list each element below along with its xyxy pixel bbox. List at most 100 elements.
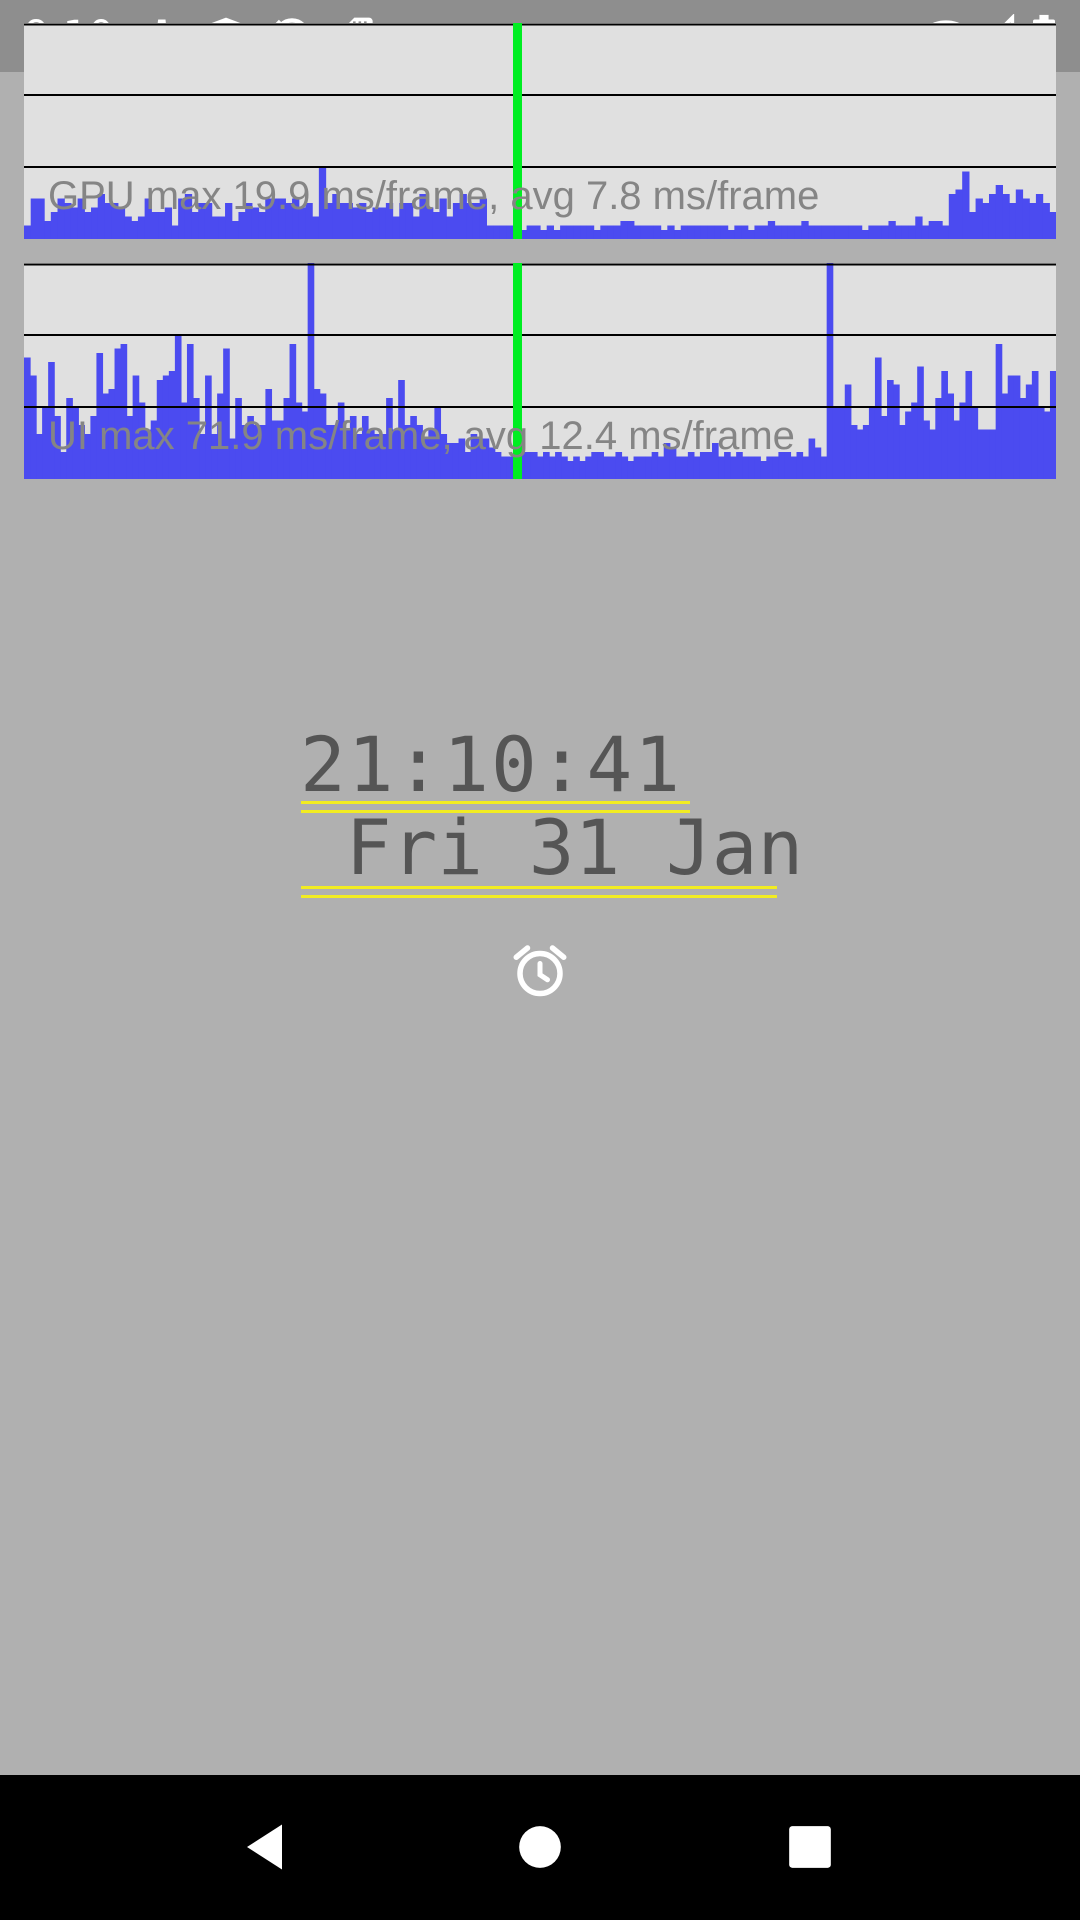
ui-frame-bar	[874, 357, 882, 479]
ui-frame-bar	[899, 425, 906, 479]
gpu-frame-bar	[707, 225, 715, 239]
gpu-frame-bar	[412, 216, 420, 239]
alarm-clock-icon[interactable]	[510, 940, 570, 1002]
gpu-frame-bar	[1022, 198, 1030, 239]
gpu-frame-bar	[593, 230, 601, 239]
ui-frame-bar	[850, 425, 858, 479]
ui-frame-bar	[893, 384, 900, 479]
gpu-frame-bar	[895, 225, 903, 239]
gpu-frame-bar	[754, 225, 762, 239]
gpu-frame-bar	[727, 230, 735, 239]
gpu-frame-bar	[211, 216, 219, 239]
gpu-frame-bar	[566, 225, 575, 239]
gpu-frame-bar	[499, 225, 508, 239]
gpu-frame-bar	[814, 225, 823, 239]
gpu-frame-bar	[506, 225, 514, 239]
home-button[interactable]	[500, 1807, 580, 1887]
ui-frame-bar	[120, 344, 128, 479]
recents-button[interactable]	[770, 1807, 850, 1887]
gpu-frame-bar	[908, 225, 916, 239]
ui-frame-bar	[500, 456, 508, 479]
gpu-frame-bar	[546, 225, 554, 239]
gpu-frame-bar	[586, 225, 595, 239]
gpu-frame-bar	[653, 225, 662, 239]
ui-frame-bar	[766, 456, 773, 479]
gpu-frame-bar	[928, 221, 936, 239]
home-icon	[519, 1826, 561, 1868]
ui-frame-bar	[1037, 407, 1045, 479]
ui-frame-bar	[579, 461, 586, 479]
ui-frame-bar	[718, 456, 725, 479]
gpu-frame-bar	[767, 221, 776, 239]
gpu-frame-bar	[627, 221, 635, 239]
ui-frame-bar	[730, 456, 737, 479]
gpu-frame-bar	[854, 225, 863, 239]
gpu-frame-bar	[540, 230, 548, 239]
gpu-frame-bar	[801, 221, 809, 239]
ui-frame-bar	[935, 398, 942, 479]
ui-frame-bar	[929, 429, 936, 479]
ui-frame-bar	[844, 384, 852, 479]
gpu-frame-bar	[761, 225, 769, 239]
ui-frame-bar	[585, 456, 592, 479]
gpu-frame-bar	[640, 225, 648, 239]
gpu-frame-bar	[787, 225, 796, 239]
gpu-frame-bar	[580, 225, 588, 239]
ui-frame-bar	[868, 407, 876, 479]
back-icon	[247, 1824, 282, 1870]
gpu-frame-bar	[935, 221, 943, 239]
ui-frame-bar	[24, 357, 31, 479]
gpu-frame-bar	[868, 225, 876, 239]
ui-frame-bar	[36, 434, 43, 479]
ui-frame-bar	[609, 456, 617, 479]
gpu-frame-bar	[821, 225, 829, 239]
ui-frame-bar	[790, 456, 798, 479]
ui-frame-bar	[856, 429, 864, 479]
ui-frame-bar	[186, 344, 194, 479]
ui-frame-bar	[959, 402, 967, 479]
clock-date: Fri 31 Jan	[300, 803, 804, 892]
gpu-frame-bar	[231, 221, 240, 239]
gpu-frame-graph: GPU max 19.9 ms/frame, avg 7.8 ms/frame	[24, 23, 1056, 239]
gpu-frame-bar	[955, 189, 963, 239]
ui-frame-bar	[693, 456, 701, 479]
gpu-frame-bar	[218, 216, 226, 239]
gpu-frame-bar	[781, 225, 789, 239]
gpu-frame-bar	[700, 225, 709, 239]
gpu-frame-bar	[607, 225, 615, 239]
gpu-frame-bar	[486, 225, 494, 239]
gpu-frame-bar	[131, 221, 139, 239]
ui-frame-bar	[549, 456, 556, 479]
ui-frame-bar	[567, 461, 574, 479]
gpu-frame-bar	[560, 225, 568, 239]
ui-frame-bar	[905, 411, 912, 479]
gpu-frame-bar	[774, 225, 782, 239]
gpu-frame-bar	[1015, 189, 1024, 239]
ui-frame-bar	[754, 456, 761, 479]
gpu-frame-bar	[975, 198, 983, 239]
ui-frame-bar	[748, 456, 755, 479]
ui-frame-bar	[971, 407, 979, 479]
gpu-frame-bar	[620, 221, 628, 239]
gpu-frame-bar	[137, 216, 146, 239]
gpu-frame-bar	[553, 230, 561, 239]
gpu-frame-bar	[1035, 194, 1044, 239]
back-button[interactable]	[227, 1807, 307, 1887]
recents-icon	[789, 1826, 831, 1868]
gpu-frame-bar	[1049, 212, 1056, 239]
ui-frame-bar	[989, 429, 997, 479]
ui-frame-bar	[802, 456, 810, 479]
gpu-graph-label: GPU max 19.9 ms/frame, avg 7.8 ms/frame	[48, 174, 820, 218]
ui-frame-bar	[657, 456, 665, 479]
gpu-frame-bar	[312, 216, 320, 239]
gpu-frame-bar	[794, 225, 802, 239]
gpu-frame-bar	[613, 225, 622, 239]
ui-frame-bar	[621, 456, 629, 479]
ui-frame-bar	[826, 263, 834, 479]
ui-frame-bar	[808, 438, 816, 479]
ui-frame-bar	[645, 456, 653, 479]
ui-frame-bar	[1031, 371, 1039, 479]
gpu-frame-bar	[573, 225, 581, 239]
gpu-frame-bar	[680, 225, 689, 239]
gpu-frame-bar	[526, 225, 534, 239]
